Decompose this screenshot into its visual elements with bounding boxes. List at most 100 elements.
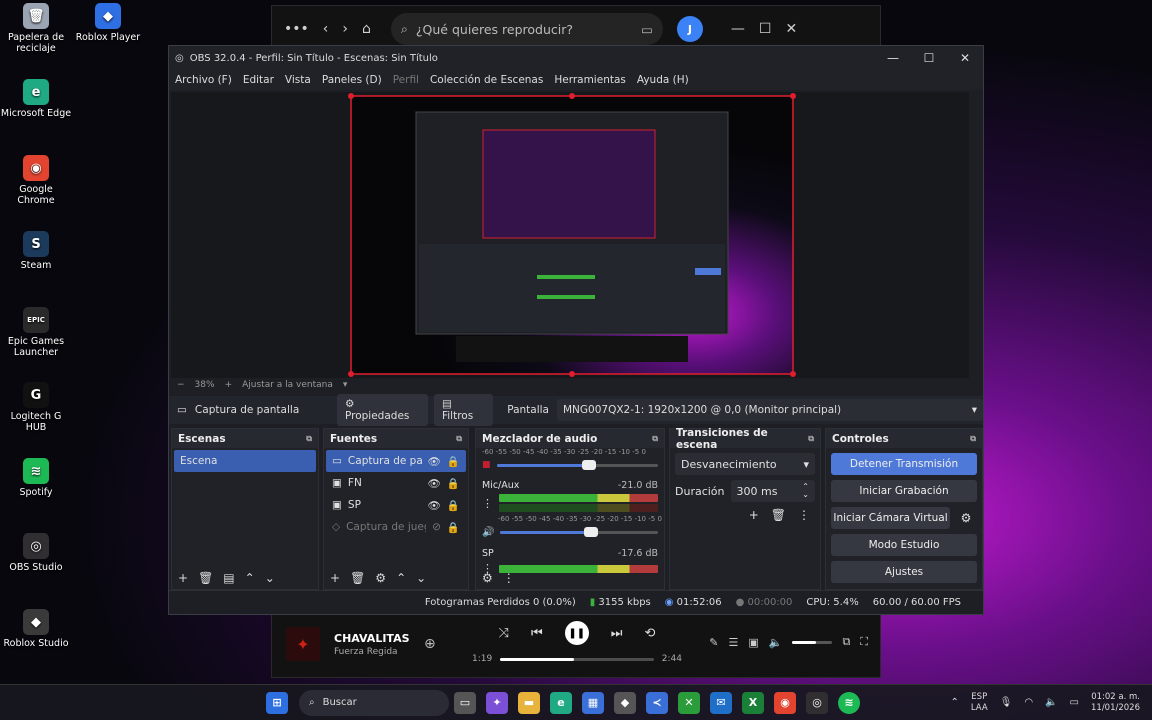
volume-slider[interactable] xyxy=(792,640,833,644)
mute-icon[interactable]: ■ xyxy=(482,460,491,470)
menu-item[interactable]: Vista xyxy=(285,74,311,86)
track-title[interactable]: CHAVALITAS xyxy=(334,632,424,645)
xbox-icon[interactable]: ✕ xyxy=(678,691,700,714)
kebab-icon[interactable]: ⋮ xyxy=(503,571,515,585)
pause-button[interactable]: ❚❚ xyxy=(564,621,589,645)
chevron-down-icon[interactable]: ⌄ xyxy=(265,571,275,585)
album-art[interactable]: ✦ xyxy=(286,627,320,661)
desktop-icon[interactable]: ◆ Roblox Studio xyxy=(0,609,72,649)
desktop-icon[interactable]: 🗑 Papelera de reciclaje xyxy=(0,3,72,54)
resize-handle[interactable] xyxy=(569,371,575,377)
desktop-icon[interactable]: S Steam xyxy=(0,231,72,271)
chevron-down-icon[interactable]: ⌄ xyxy=(416,571,426,585)
maximize-icon[interactable]: ☐ xyxy=(911,51,947,65)
chevron-down-icon[interactable]: ▾ xyxy=(343,380,348,390)
scene-item[interactable]: Escena xyxy=(174,450,316,472)
close-icon[interactable]: ✕ xyxy=(947,51,983,65)
trash-icon[interactable]: 🗑 xyxy=(350,571,365,585)
source-item[interactable]: ▣ FN 👁 🔒 xyxy=(326,472,466,494)
kebab-icon[interactable]: ⋮ xyxy=(482,497,493,510)
next-icon[interactable]: ⏭ xyxy=(611,626,623,641)
lock-icon[interactable]: 🔒 xyxy=(447,499,460,512)
shuffle-icon[interactable]: ⤨ xyxy=(499,626,509,641)
browse-icon[interactable]: ▭ xyxy=(641,22,653,37)
start-virtual-camera-button[interactable]: Iniciar Cámara Virtual xyxy=(831,507,950,529)
clock[interactable]: 01:02 a. m. 11/01/2026 xyxy=(1091,692,1140,714)
source-item[interactable]: ▭ Captura de panta 👁 🔒 xyxy=(326,450,466,472)
desktop-icon[interactable]: ◉ Google Chrome xyxy=(0,155,72,206)
menu-item[interactable]: Paneles (D) xyxy=(322,74,382,86)
lyrics-icon[interactable]: ✎ xyxy=(709,636,718,649)
undock-icon[interactable]: ⧉ xyxy=(306,434,312,444)
add-icon[interactable]: + xyxy=(178,571,188,585)
spotify-search[interactable]: ⌕ ¿Qué quieres reproducir? ▭ xyxy=(390,13,663,45)
add-icon[interactable]: + xyxy=(330,571,340,585)
obs-icon[interactable]: ◎ xyxy=(806,691,828,714)
menu-item[interactable]: Editar xyxy=(243,74,274,86)
avatar[interactable]: J xyxy=(676,16,703,42)
store-icon[interactable]: ▦ xyxy=(582,691,604,714)
spotify-icon[interactable]: ≋ xyxy=(838,691,860,714)
undock-icon[interactable]: ⧉ xyxy=(456,434,462,444)
chrome-icon[interactable]: ◉ xyxy=(774,691,796,714)
eye-icon[interactable]: 👁 xyxy=(428,499,441,512)
back-icon[interactable]: ‹ xyxy=(323,21,329,37)
eye-icon[interactable]: 👁 xyxy=(428,455,441,468)
add-icon[interactable]: + xyxy=(749,508,759,522)
undock-icon[interactable]: ⧉ xyxy=(652,434,658,444)
transition-select[interactable]: Desvanecimiento ▾ xyxy=(675,453,815,475)
lock-icon[interactable]: 🔒 xyxy=(447,477,460,490)
eye-off-icon[interactable]: ⊘ xyxy=(432,521,441,533)
speaker-icon[interactable]: 🔊 xyxy=(482,527,494,538)
gears-icon[interactable]: ⚙ xyxy=(482,571,493,585)
playback-progress[interactable] xyxy=(500,657,654,661)
volume-icon[interactable]: 🔈 xyxy=(1045,697,1057,708)
menu-item[interactable]: Herramientas xyxy=(554,74,626,86)
home-icon[interactable]: ⌂ xyxy=(362,21,371,37)
stop-streaming-button[interactable]: Detener Transmisión xyxy=(831,453,977,475)
preview-canvas[interactable] xyxy=(171,92,969,378)
desktop-icon[interactable]: e Microsoft Edge xyxy=(0,79,72,119)
desktop-icon[interactable]: EPIC Epic Games Launcher xyxy=(0,307,72,358)
source-item[interactable]: ▣ SP 👁 🔒 xyxy=(326,494,466,516)
miniplayer-icon[interactable]: ⧉ xyxy=(842,635,850,649)
app-icon[interactable]: ◆ xyxy=(614,691,636,714)
filters-button[interactable]: ▤ Filtros xyxy=(433,394,494,426)
lock-icon[interactable]: 🔒 xyxy=(447,521,460,534)
duration-input[interactable]: 300 ms ⌃ ⌄ xyxy=(730,480,815,502)
desktop-icon[interactable]: ◆ Roblox Player xyxy=(72,3,144,43)
edge-icon[interactable]: e xyxy=(550,691,572,714)
language-indicator[interactable]: ESP LAA xyxy=(971,692,988,714)
gear-icon[interactable]: ⚙ xyxy=(375,571,386,585)
zoom-out-icon[interactable]: − xyxy=(177,380,185,390)
task-view-icon[interactable]: ▭ xyxy=(454,691,476,714)
wifi-icon[interactable]: ◠ xyxy=(1024,697,1033,708)
eye-icon[interactable]: 👁 xyxy=(428,477,441,490)
zoom-in-icon[interactable]: + xyxy=(225,380,233,390)
start-recording-button[interactable]: Iniciar Grabación xyxy=(831,480,977,502)
resize-handle[interactable] xyxy=(348,93,354,99)
studio-mode-button[interactable]: Modo Estudio xyxy=(831,534,977,556)
volume-slider[interactable] xyxy=(500,527,658,537)
microphone-icon[interactable]: 🎙 xyxy=(1000,697,1013,708)
gear-icon[interactable]: ⚙ xyxy=(955,511,977,525)
zoom-fit[interactable]: Ajustar a la ventana xyxy=(242,380,333,390)
taskbar-search[interactable]: ⌕ Buscar xyxy=(299,689,449,716)
resize-handle[interactable] xyxy=(569,93,575,99)
queue-icon[interactable]: ☰ xyxy=(728,636,738,649)
lock-icon[interactable]: 🔒 xyxy=(447,455,460,468)
previous-icon[interactable]: ⏮ xyxy=(531,626,543,641)
trash-icon[interactable]: 🗑 xyxy=(771,508,786,522)
filter-icon[interactable]: ▤ xyxy=(223,571,234,585)
display-select[interactable]: MNG007QX2-1: 1920x1200 @ 0,0 (Monitor pr… xyxy=(557,399,983,421)
volume-slider[interactable] xyxy=(496,459,658,470)
volume-icon[interactable]: 🔈 xyxy=(769,636,783,649)
forward-icon[interactable]: › xyxy=(342,21,348,37)
desktop-icon[interactable]: ◎ OBS Studio xyxy=(0,533,72,573)
menu-item[interactable]: Colección de Escenas xyxy=(430,74,543,86)
trash-icon[interactable]: 🗑 xyxy=(198,571,213,585)
desktop-icon[interactable]: ≋ Spotify xyxy=(0,458,72,498)
chevron-up-icon[interactable]: ⌃ xyxy=(245,571,255,585)
minimize-icon[interactable]: — xyxy=(875,51,911,65)
chevron-up-icon[interactable]: ⌃ xyxy=(396,571,406,585)
